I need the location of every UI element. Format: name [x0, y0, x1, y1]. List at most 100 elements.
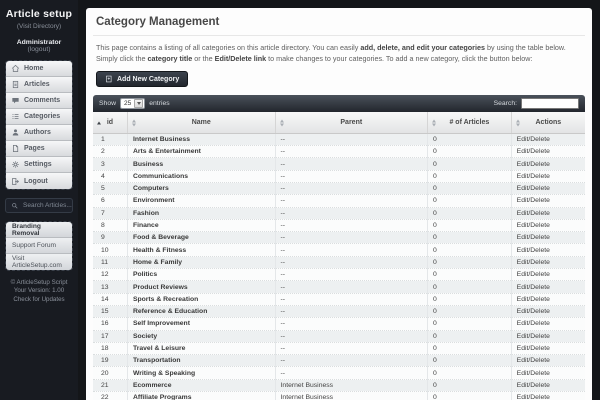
cell-name[interactable]: Computers [127, 183, 275, 195]
cell-actions[interactable]: Edit/Delete [511, 219, 585, 231]
sidebar-item-comments[interactable]: Comments [6, 93, 72, 109]
chevron-down-icon [134, 99, 143, 108]
cell-actions[interactable]: Edit/Delete [511, 207, 585, 219]
cell-count: 0 [428, 392, 512, 400]
cell-name[interactable]: Arts & Entertainment [127, 146, 275, 158]
cell-name[interactable]: Sports & Recreation [127, 293, 275, 305]
app-window: Article setup (Visit Directory) Administ… [0, 0, 600, 400]
sidebar-link-branding-removal[interactable]: Branding Removal [6, 222, 72, 238]
cell-parent: -- [275, 269, 428, 281]
description-text: or the [192, 54, 214, 63]
cell-name[interactable]: Ecommerce [127, 379, 275, 391]
cell-name[interactable]: Business [127, 158, 275, 170]
cell-parent: -- [275, 219, 428, 231]
cell-actions[interactable]: Edit/Delete [511, 269, 585, 281]
cell-name[interactable]: Self Improvement [127, 318, 275, 330]
cell-actions[interactable]: Edit/Delete [511, 170, 585, 182]
table-toolbar: Show 25 entries Search: [93, 95, 585, 112]
column-label: id [107, 119, 113, 126]
table-row: 7Fashion--0Edit/Delete [93, 207, 585, 219]
column-header-id[interactable]: id [93, 112, 127, 133]
cell-count: 0 [428, 330, 512, 342]
sidebar-link-visit-articlesetup-com[interactable]: Visit ArticleSetup.com [6, 254, 72, 270]
cell-actions[interactable]: Edit/Delete [511, 392, 585, 400]
cell-id: 5 [93, 183, 127, 195]
cell-actions[interactable]: Edit/Delete [511, 379, 585, 391]
cell-name[interactable]: Writing & Speaking [127, 367, 275, 379]
cell-name[interactable]: Home & Family [127, 256, 275, 268]
sort-icon [516, 119, 520, 126]
cell-name[interactable]: Fashion [127, 207, 275, 219]
cell-name[interactable]: Food & Beverage [127, 232, 275, 244]
cell-name[interactable]: Finance [127, 219, 275, 231]
logout-link[interactable]: (logout) [27, 46, 50, 53]
cell-count: 0 [428, 183, 512, 195]
cell-name[interactable]: Environment [127, 195, 275, 207]
cell-name[interactable]: Product Reviews [127, 281, 275, 293]
cell-id: 18 [93, 342, 127, 354]
cell-actions[interactable]: Edit/Delete [511, 195, 585, 207]
cell-name[interactable]: Internet Business [127, 133, 275, 145]
sidebar-item-articles[interactable]: Articles [6, 77, 72, 93]
add-new-category-button[interactable]: Add New Category [96, 71, 188, 87]
articles-icon [11, 80, 20, 89]
cell-actions[interactable]: Edit/Delete [511, 232, 585, 244]
sidebar-link-support-forum[interactable]: Support Forum [6, 238, 72, 254]
cell-name[interactable]: Transportation [127, 355, 275, 367]
cell-name[interactable]: Affiliate Programs [127, 392, 275, 400]
cell-name[interactable]: Travel & Leisure [127, 342, 275, 354]
sidebar-item-home[interactable]: Home [6, 61, 72, 77]
description-emphasis: add, delete, and edit your categories [360, 43, 485, 52]
table-row: 2Arts & Entertainment--0Edit/Delete [93, 146, 585, 158]
cell-name[interactable]: Communications [127, 170, 275, 182]
entries-select-value: 25 [121, 100, 134, 107]
cell-actions[interactable]: Edit/Delete [511, 281, 585, 293]
table-row: 12Politics--0Edit/Delete [93, 269, 585, 281]
cell-name[interactable]: Reference & Education [127, 305, 275, 317]
cell-actions[interactable]: Edit/Delete [511, 355, 585, 367]
table-row: 6Environment--0Edit/Delete [93, 195, 585, 207]
column-header-actions[interactable]: Actions [511, 112, 585, 133]
cell-id: 1 [93, 133, 127, 145]
cell-count: 0 [428, 133, 512, 145]
cell-parent: -- [275, 355, 428, 367]
cell-actions[interactable]: Edit/Delete [511, 146, 585, 158]
cell-name[interactable]: Politics [127, 269, 275, 281]
cell-actions[interactable]: Edit/Delete [511, 183, 585, 195]
search-articles-input[interactable] [23, 202, 73, 209]
cell-name[interactable]: Society [127, 330, 275, 342]
column-label: # of Articles [449, 119, 489, 126]
cell-actions[interactable]: Edit/Delete [511, 342, 585, 354]
table-search-input[interactable] [521, 98, 579, 109]
cell-actions[interactable]: Edit/Delete [511, 133, 585, 145]
cell-parent: -- [275, 195, 428, 207]
cell-actions[interactable]: Edit/Delete [511, 293, 585, 305]
table-search-label: Search: [494, 100, 517, 107]
cell-name[interactable]: Health & Fitness [127, 244, 275, 256]
cell-actions[interactable]: Edit/Delete [511, 305, 585, 317]
main-area: Category Management This page contains a… [78, 0, 600, 400]
footer-line: Check for Updates [5, 296, 73, 304]
cell-parent: -- [275, 158, 428, 170]
column-header-name[interactable]: Name [127, 112, 275, 133]
description-text: This page contains a listing of all cate… [96, 43, 360, 52]
sidebar-item-pages[interactable]: Pages [6, 141, 72, 157]
cell-actions[interactable]: Edit/Delete [511, 244, 585, 256]
cell-actions[interactable]: Edit/Delete [511, 330, 585, 342]
cell-actions[interactable]: Edit/Delete [511, 158, 585, 170]
column-header--of-articles[interactable]: # of Articles [428, 112, 512, 133]
table-row: 13Product Reviews--0Edit/Delete [93, 281, 585, 293]
sidebar-item-authors[interactable]: Authors [6, 125, 72, 141]
table-row: 15Reference & Education--0Edit/Delete [93, 305, 585, 317]
cell-actions[interactable]: Edit/Delete [511, 367, 585, 379]
column-header-parent[interactable]: Parent [275, 112, 428, 133]
visit-directory-link[interactable]: (Visit Directory) [5, 23, 73, 30]
cell-actions[interactable]: Edit/Delete [511, 256, 585, 268]
sidebar-item-categories[interactable]: Categories [6, 109, 72, 125]
sidebar-item-label: Categories [24, 113, 60, 120]
entries-select[interactable]: 25 [120, 98, 145, 109]
cell-actions[interactable]: Edit/Delete [511, 318, 585, 330]
sidebar-item-settings[interactable]: Settings [6, 157, 72, 173]
cell-parent: Internet Business [275, 392, 428, 400]
sidebar-item-logout[interactable]: Logout [6, 173, 72, 189]
